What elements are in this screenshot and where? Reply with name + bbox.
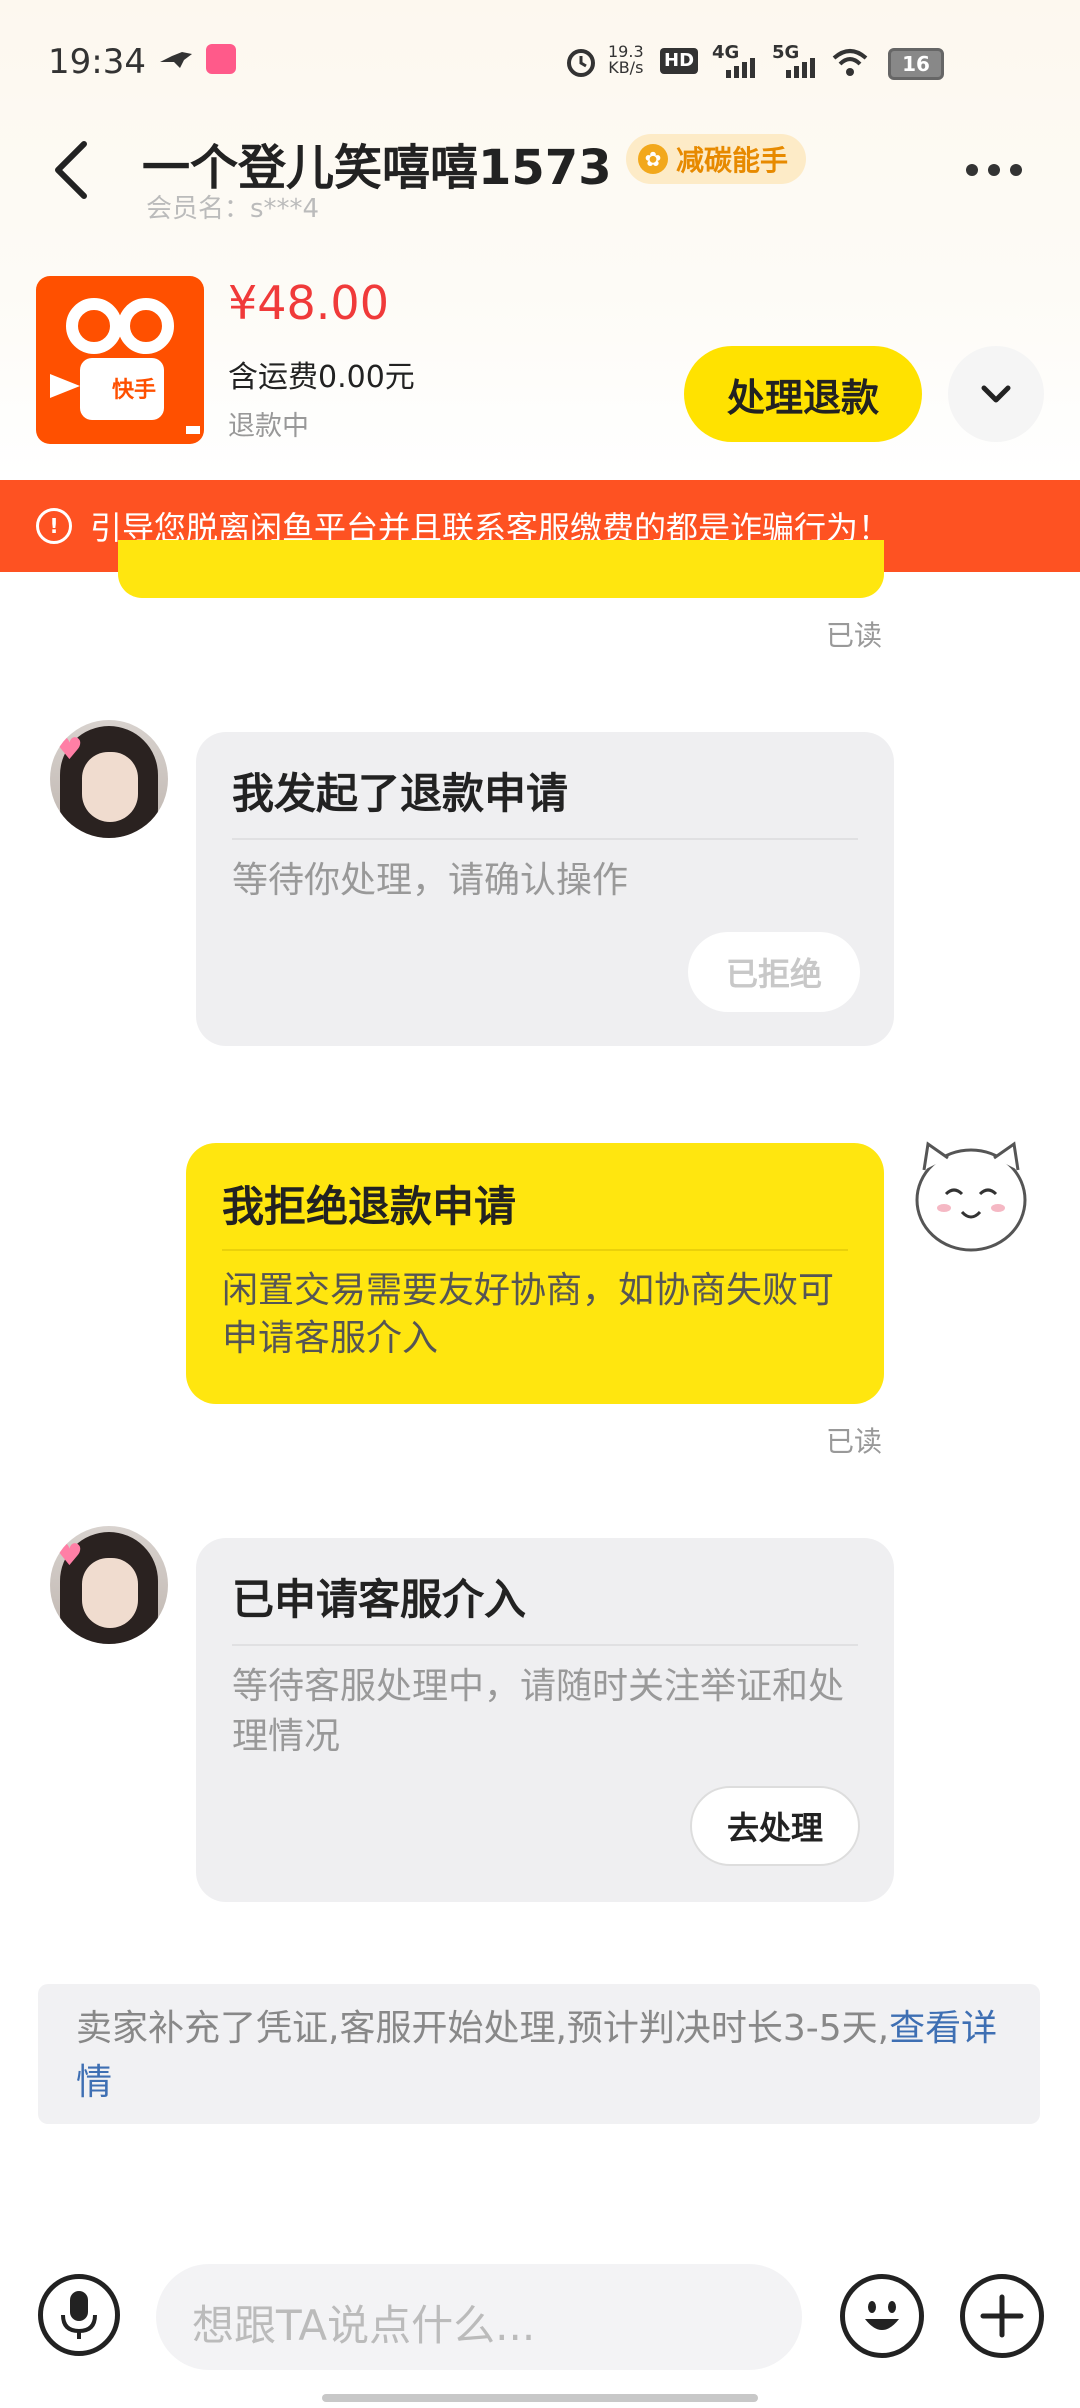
net-speed: 19.3 KB/s (608, 42, 644, 77)
shipping-fee: 含运费0.00元 (228, 360, 415, 395)
product-price: ¥48.00 (228, 276, 389, 330)
system-notice: 卖家补充了凭证,客服开始处理,预计判决时长3-5天,查看详情 (38, 1984, 1040, 2124)
card-divider (222, 1249, 848, 1251)
card-divider (232, 838, 858, 840)
app-notification-icon (206, 44, 236, 74)
battery-indicator: 16 (888, 48, 944, 80)
card-title: 我拒绝退款申请 (222, 1182, 517, 1231)
reject-refund-card: 我拒绝退款申请 闲置交易需要友好协商，如协商失败可申请客服介入 (186, 1143, 884, 1404)
plus-icon (980, 2294, 1024, 2338)
customer-service-card: 已申请客服介入 等待客服处理中，请随时关注举证和处理情况 去处理 (196, 1538, 894, 1902)
signal-4g-icon (726, 58, 755, 78)
wifi-icon (832, 49, 868, 76)
chevron-down-icon (981, 385, 1011, 403)
add-more-button[interactable] (960, 2274, 1044, 2358)
previous-message-bubble (118, 540, 884, 598)
read-receipt: 已读 (826, 619, 883, 652)
card-title: 已申请客服介入 (232, 1575, 527, 1624)
handle-refund-button[interactable]: 处理退款 (684, 346, 922, 442)
card-title: 我发起了退款申请 (232, 769, 569, 818)
refund-request-card: 我发起了退款申请 等待你处理，请确认操作 已拒绝 (196, 732, 894, 1046)
alarm-icon (567, 49, 595, 77)
card-divider (232, 1644, 858, 1646)
read-receipt: 已读 (826, 1425, 883, 1458)
badge-label: 减碳能手 (676, 144, 789, 177)
signal-5g-icon (786, 58, 815, 78)
voice-input-button[interactable] (38, 2274, 120, 2356)
product-image-label: 快手 (111, 378, 156, 403)
carbon-badge[interactable]: ✿ 减碳能手 (626, 134, 807, 184)
notice-text: 卖家补充了凭证,客服开始处理,预计判决时长3-5天, (76, 2008, 890, 2049)
more-options-icon[interactable] (966, 155, 1036, 185)
order-status: 退款中 (228, 411, 309, 442)
hd-indicator: HD (660, 48, 699, 74)
microphone-icon (61, 2291, 97, 2339)
card-body: 闲置交易需要友好协商，如协商失败可申请客服介入 (222, 1270, 835, 1359)
rejected-button: 已拒绝 (688, 932, 860, 1012)
leaf-icon: ✿ (638, 144, 668, 174)
my-avatar[interactable] (906, 1130, 1036, 1260)
card-body: 等待客服处理中，请随时关注举证和处理情况 (232, 1666, 845, 1757)
status-time: 19:34 (48, 42, 146, 82)
card-body: 等待你处理，请确认操作 (232, 860, 629, 901)
home-indicator[interactable] (322, 2394, 758, 2402)
go-handle-button[interactable]: 去处理 (690, 1786, 860, 1866)
warning-icon: ! (36, 508, 72, 544)
buyer-avatar[interactable]: ♥ (50, 1526, 168, 1644)
message-input-placeholder: 想跟TA说点什么... (192, 2301, 536, 2350)
buyer-avatar[interactable]: ♥ (50, 720, 168, 838)
member-name: 会员名：s***4 (146, 194, 320, 224)
back-arrow-icon[interactable] (50, 140, 94, 200)
expand-button[interactable] (948, 346, 1044, 442)
emoji-icon (865, 2301, 899, 2330)
product-image[interactable]: 快手 (36, 276, 204, 444)
bird-notification-icon (160, 52, 192, 68)
message-input[interactable]: 想跟TA说点什么... (156, 2264, 802, 2370)
emoji-button[interactable] (840, 2274, 924, 2358)
kuaishou-logo-icon (50, 298, 200, 434)
